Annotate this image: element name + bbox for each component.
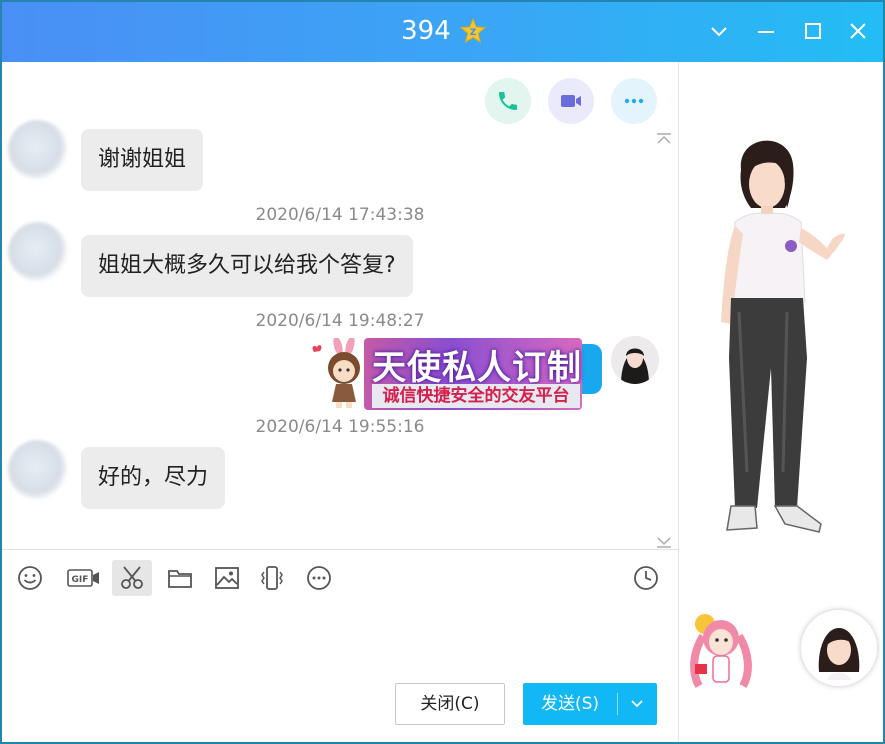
video-call-icon[interactable] (548, 78, 594, 124)
sticker-message[interactable]: 天使私人订制 诚信快捷安全的交友平台 (306, 338, 582, 410)
vip-crown-icon: Z (459, 17, 487, 44)
screenshot-scissors-icon[interactable] (112, 560, 152, 596)
friend-show-panel (679, 62, 883, 742)
send-button-label[interactable]: 发送(S) (523, 683, 617, 725)
phone-call-icon[interactable] (485, 78, 531, 124)
message-input[interactable] (2, 602, 678, 678)
shake-icon[interactable] (252, 560, 292, 596)
message-timestamp: 2020/6/14 19:55:16 (255, 417, 425, 437)
chevron-down-icon (631, 700, 643, 708)
history-clock-icon[interactable] (626, 560, 666, 596)
avatar[interactable] (8, 120, 68, 180)
send-options-dropdown[interactable] (618, 683, 657, 725)
input-toolbar: GIF (2, 558, 678, 598)
friend-avatar[interactable] (801, 610, 877, 686)
more-icon[interactable] (611, 78, 657, 124)
message-text: 姐姐大概多久可以给我个答复? (98, 253, 396, 278)
scroll-top-icon[interactable] (656, 130, 672, 144)
message-timestamp: 2020/6/14 19:48:27 (255, 311, 425, 331)
title-bar[interactable]: 394 Z (2, 2, 883, 62)
message-timestamp: 2020/6/14 17:43:38 (255, 205, 425, 225)
message-area[interactable]: 谢谢姐姐 2020/6/14 17:43:38 姐姐大概多久可以给我个答复? 2… (2, 62, 678, 549)
gif-icon[interactable]: GIF (60, 560, 104, 596)
cartoon-girl-sticker-icon (312, 338, 360, 408)
scroll-bottom-icon[interactable] (656, 533, 672, 548)
chevron-down-icon[interactable] (704, 16, 734, 46)
image-icon[interactable] (207, 560, 247, 596)
close-button[interactable]: 关闭(C) (395, 683, 505, 725)
svg-text:GIF: GIF (72, 575, 89, 585)
message-bubble[interactable]: 好的，尽力 (81, 447, 226, 509)
input-divider (2, 549, 678, 550)
maximize-icon[interactable] (798, 16, 828, 46)
sticker-subtitle: 诚信快捷安全的交友平台 (372, 384, 580, 408)
self-avatar[interactable] (611, 336, 659, 384)
minimize-icon[interactable] (751, 16, 781, 46)
message-bubble[interactable]: 谢谢姐姐 (81, 129, 204, 191)
more-icon[interactable] (299, 560, 339, 596)
avatar-figure-icon (721, 140, 845, 533)
window-title: 394 (401, 16, 451, 46)
message-bubble[interactable]: 姐姐大概多久可以给我个答复? (81, 235, 413, 297)
message-text: 谢谢姐姐 (98, 147, 187, 172)
message-text: 好的，尽力 (98, 465, 209, 490)
emoji-icon[interactable] (10, 560, 50, 596)
message-bubble-tail (580, 344, 602, 394)
sticker-title: 天使私人订制 (372, 348, 582, 388)
svg-text:Z: Z (470, 28, 477, 38)
mascot-character-icon (690, 614, 752, 688)
avatar[interactable] (8, 222, 68, 282)
chat-window: 394 Z 谢谢姐姐 2020/6/14 17:43:38 姐姐大概多久可以给我… (1, 1, 884, 743)
avatar[interactable] (8, 440, 68, 500)
folder-icon[interactable] (160, 560, 200, 596)
send-button[interactable]: 发送(S) (523, 683, 657, 725)
close-icon[interactable] (843, 16, 873, 46)
